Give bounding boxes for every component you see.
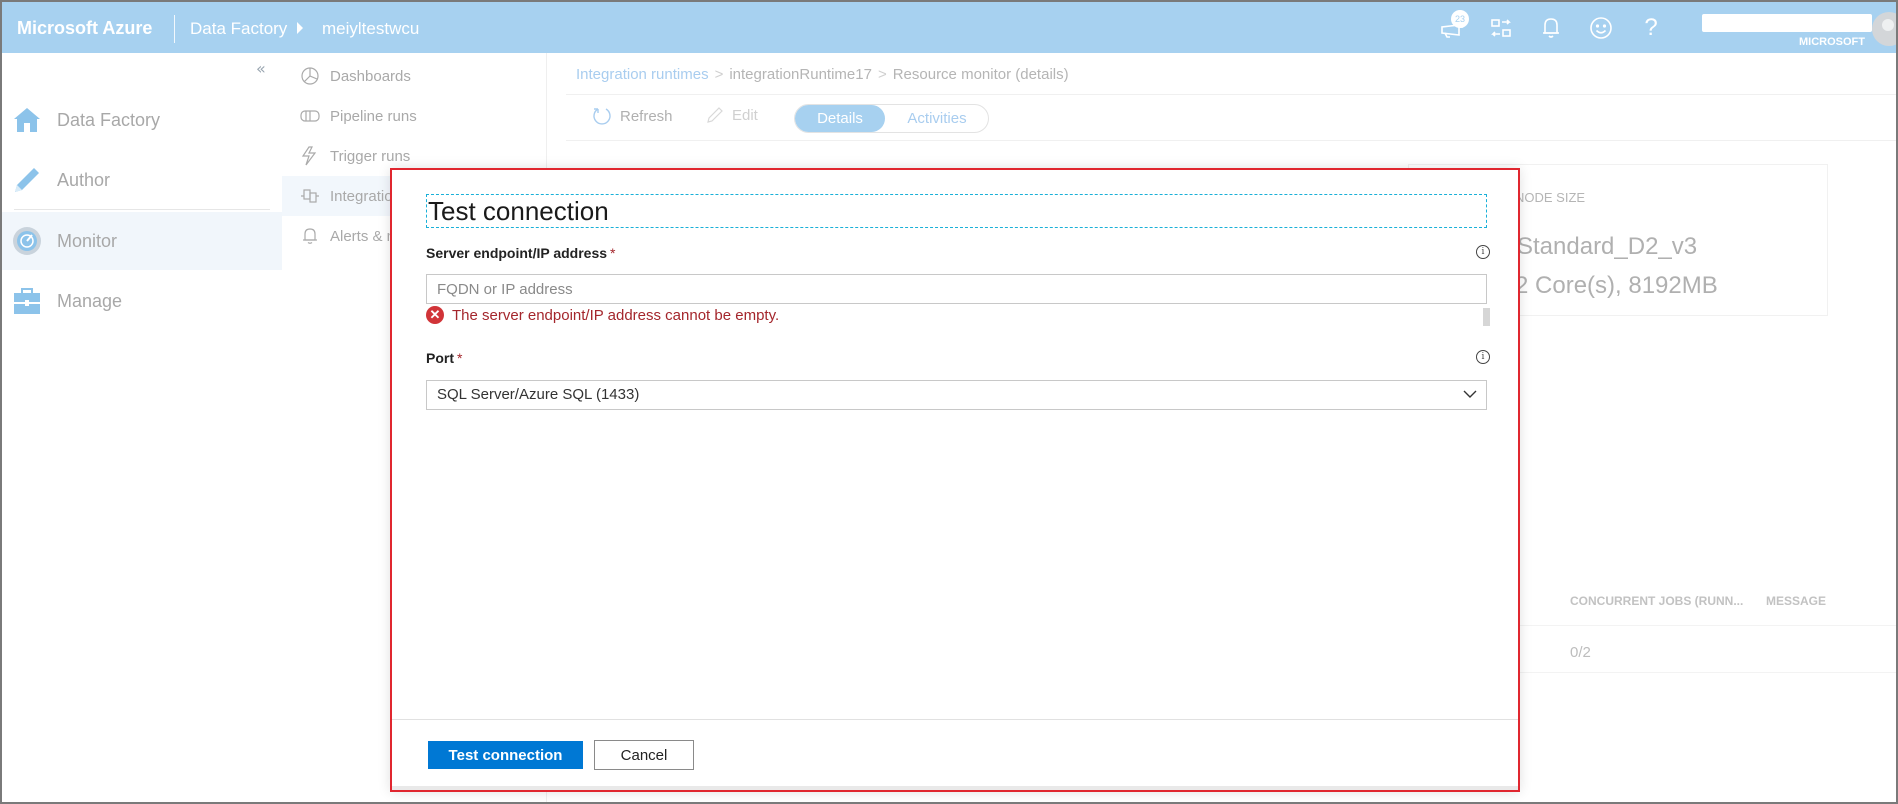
node-size-spec: 2 Core(s), 8192MB xyxy=(1515,272,1718,299)
service-link[interactable]: Data Factory xyxy=(190,19,287,39)
column-header-message[interactable]: MESSAGE xyxy=(1766,594,1826,608)
dialog-title: Test connection xyxy=(426,194,1487,228)
required-mark: * xyxy=(610,245,616,261)
scrollbar-thumb[interactable] xyxy=(1483,308,1490,326)
port-label: Port * xyxy=(426,350,462,366)
breadcrumb-runtime-name[interactable]: integrationRuntime17 xyxy=(729,66,872,83)
refresh-icon xyxy=(593,108,611,125)
breadcrumb-current: Resource monitor (details) xyxy=(892,66,1069,83)
trigger-icon xyxy=(300,146,320,166)
port-select[interactable]: SQL Server/Azure SQL (1433) xyxy=(426,380,1487,410)
sidebar-item-manage[interactable]: Manage xyxy=(2,272,282,330)
breadcrumb: Integration runtimes > integrationRuntime1… xyxy=(576,66,1069,83)
column-header-concurrent-jobs[interactable]: CONCURRENT JOBS (RUNN... xyxy=(1570,594,1743,608)
top-bar: Microsoft Azure Data Factory meiyltestwc… xyxy=(2,2,1896,53)
table-divider xyxy=(1508,625,1896,626)
brand-logo[interactable]: Microsoft Azure xyxy=(17,18,152,39)
smiley-icon[interactable] xyxy=(1587,14,1615,42)
edit-label: Edit xyxy=(732,106,758,124)
tab-details[interactable]: Details xyxy=(795,105,885,132)
subnav-item-dashboards[interactable]: Dashboards xyxy=(282,56,547,96)
server-endpoint-label-text: Server endpoint/IP address xyxy=(426,245,608,261)
sidebar-item-label: Data Factory xyxy=(57,109,161,130)
help-icon[interactable]: ? xyxy=(1637,14,1665,42)
test-connection-button[interactable]: Test connection xyxy=(428,741,583,769)
main-sidebar: « Data Factory Author Monitor Manage xyxy=(2,53,282,802)
avatar[interactable] xyxy=(1872,12,1896,46)
bell-icon xyxy=(300,226,320,246)
sidebar-item-data-factory[interactable]: Data Factory xyxy=(2,91,282,149)
breadcrumb-separator: > xyxy=(714,66,724,83)
server-endpoint-label: Server endpoint/IP address * xyxy=(426,245,615,261)
server-endpoint-input[interactable] xyxy=(426,274,1487,304)
error-message: The server endpoint/IP address cannot be… xyxy=(452,306,780,324)
breadcrumb-separator: > xyxy=(877,66,887,83)
sidebar-item-monitor[interactable]: Monitor xyxy=(2,212,282,270)
footer-divider xyxy=(392,719,1518,720)
table-divider xyxy=(1508,672,1896,673)
port-selected-value: SQL Server/Azure SQL (1433) xyxy=(437,386,640,403)
factory-name[interactable]: meiyltestwcu xyxy=(322,19,419,39)
table-cell-concurrent-jobs: 0/2 xyxy=(1570,644,1591,661)
required-mark: * xyxy=(457,350,463,366)
info-icon[interactable]: i xyxy=(1476,350,1490,364)
gauge-icon xyxy=(12,226,42,256)
edit-pencil-icon xyxy=(707,107,723,123)
sidebar-item-label: Manage xyxy=(57,290,123,311)
toolbar: Refresh Edit Details Activities xyxy=(548,95,1896,140)
view-toggle: Details Activities xyxy=(794,104,989,133)
pie-chart-icon xyxy=(300,66,320,86)
error-icon: ✕ xyxy=(426,306,444,324)
breadcrumb-arrow-icon xyxy=(297,22,303,34)
sidebar-item-label: Monitor xyxy=(57,230,118,251)
breadcrumb-integration-runtimes[interactable]: Integration runtimes xyxy=(576,66,709,83)
app-window: Microsoft Azure Data Factory meiyltestwc… xyxy=(2,2,1896,802)
sidebar-item-label: Author xyxy=(57,169,111,190)
sidebar-item-author[interactable]: Author xyxy=(2,151,282,209)
divider xyxy=(566,140,1896,141)
node-size-label: NODE SIZE xyxy=(1515,190,1586,205)
edit-button[interactable]: Edit xyxy=(706,106,758,124)
header-divider xyxy=(174,15,175,43)
runtime-icon xyxy=(300,186,320,206)
bell-icon[interactable] xyxy=(1537,14,1565,42)
sidebar-divider xyxy=(14,209,270,210)
port-label-text: Port xyxy=(426,350,454,366)
toolbox-icon xyxy=(12,286,42,316)
subnav-item-pipeline-runs[interactable]: Pipeline runs xyxy=(282,96,547,136)
collapse-sidebar-button[interactable]: « xyxy=(256,59,266,78)
test-connection-dialog: Test connection Server endpoint/IP addre… xyxy=(390,168,1520,792)
refresh-label: Refresh xyxy=(620,107,673,125)
subnav-item-label: Dashboards xyxy=(330,67,411,85)
home-icon xyxy=(12,105,42,135)
cancel-button[interactable]: Cancel xyxy=(594,740,694,770)
subnav-item-label: Pipeline runs xyxy=(330,107,417,125)
user-name-redacted[interactable] xyxy=(1702,14,1872,32)
footer-shade xyxy=(392,786,1518,790)
server-endpoint-error: ✕ The server endpoint/IP address cannot … xyxy=(426,306,779,324)
tab-activities[interactable]: Activities xyxy=(885,105,989,132)
subnav-item-label: Trigger runs xyxy=(330,147,411,165)
chevron-down-icon xyxy=(1463,390,1477,398)
directory-switch-icon[interactable] xyxy=(1487,14,1515,42)
notification-count-badge: 23 xyxy=(1451,10,1469,28)
node-size-vm: Standard_D2_v3 xyxy=(1517,233,1698,260)
refresh-button[interactable]: Refresh xyxy=(592,106,673,126)
info-icon[interactable]: i xyxy=(1476,245,1490,259)
user-org: MICROSOFT xyxy=(1799,36,1865,48)
pencil-icon xyxy=(12,165,42,195)
pipeline-icon xyxy=(300,106,320,126)
